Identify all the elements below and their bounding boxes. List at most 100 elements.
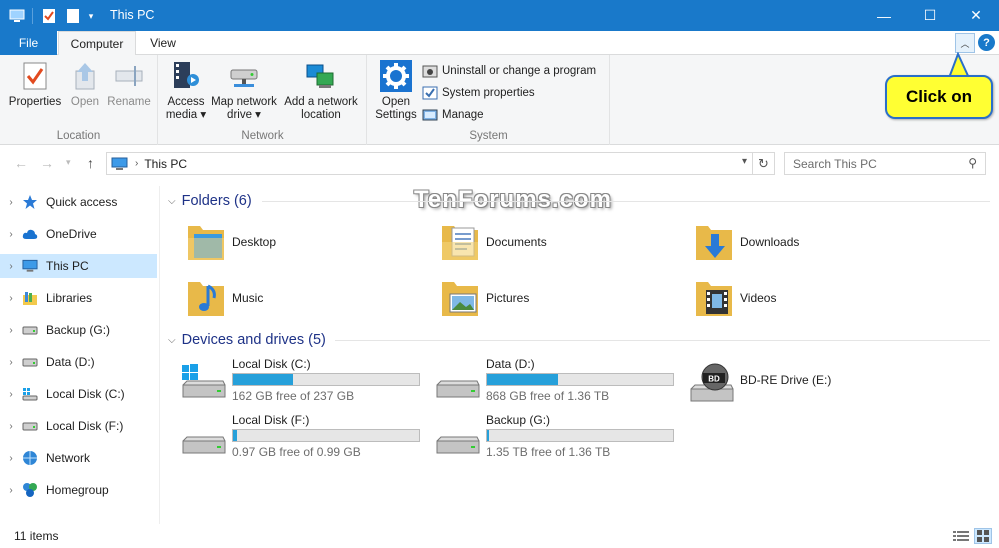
chevron-right-icon[interactable]: › bbox=[0, 389, 22, 400]
drive-icon bbox=[22, 418, 38, 434]
settings-gear-icon bbox=[379, 59, 413, 93]
callout-bubble: Click on bbox=[885, 75, 993, 119]
new-folder-quick-icon[interactable] bbox=[64, 7, 82, 25]
drive-local-disk-c[interactable]: Local Disk (C:) 162 GB free of 237 GB bbox=[181, 357, 426, 405]
customize-quick-access-icon[interactable]: ▾ bbox=[85, 7, 97, 25]
star-icon bbox=[22, 194, 38, 210]
rename-button[interactable]: Rename bbox=[106, 59, 152, 109]
details-view-icon[interactable] bbox=[952, 528, 970, 544]
refresh-icon[interactable]: ↻ bbox=[752, 153, 774, 174]
downloads-folder-icon bbox=[694, 220, 734, 264]
properties-button[interactable]: Properties bbox=[8, 59, 62, 109]
address-bar[interactable]: › This PC ▾ ↻ bbox=[106, 152, 775, 175]
uninstall-program-button[interactable]: Uninstall or change a program bbox=[422, 62, 596, 80]
chevron-right-icon[interactable]: › bbox=[0, 261, 22, 272]
homegroup-icon bbox=[22, 482, 38, 498]
open-button[interactable]: Open bbox=[66, 59, 104, 109]
drive-bd-re-e[interactable]: BD BD-RE Drive (E:) bbox=[689, 357, 934, 405]
address-dropdown-icon[interactable]: ▾ bbox=[742, 156, 747, 167]
breadcrumb-chevron-icon: › bbox=[135, 158, 139, 169]
bluray-drive-icon: BD bbox=[689, 363, 735, 402]
nav-item-libraries[interactable]: › Libraries bbox=[0, 286, 157, 310]
nav-item-backup-g[interactable]: › Backup (G:) bbox=[0, 318, 157, 342]
recent-locations-icon[interactable]: ▾ bbox=[66, 157, 71, 168]
minimize-ribbon-button[interactable]: ︿ bbox=[955, 33, 975, 53]
open-settings-button[interactable]: Open Settings bbox=[373, 59, 419, 122]
forward-arrow-icon[interactable]: → bbox=[40, 155, 54, 171]
watermark: TenForums.com bbox=[414, 186, 612, 213]
network-location-icon bbox=[304, 59, 338, 93]
folder-music[interactable]: Music bbox=[186, 276, 263, 320]
drive-data-d[interactable]: Data (D:) 868 GB free of 1.36 TB bbox=[435, 357, 680, 405]
documents-folder-icon bbox=[440, 220, 480, 264]
folder-documents[interactable]: Documents bbox=[440, 220, 547, 264]
up-arrow-icon[interactable]: ↑ bbox=[87, 155, 94, 171]
nav-item-quick-access[interactable]: › Quick access bbox=[0, 190, 157, 214]
properties-quick-icon[interactable] bbox=[40, 7, 58, 25]
help-button[interactable]: ? bbox=[978, 34, 995, 51]
drive-usage-bar bbox=[486, 429, 674, 442]
system-properties-icon bbox=[422, 85, 438, 101]
nav-item-this-pc[interactable]: › This PC bbox=[0, 254, 157, 278]
manage-button[interactable]: Manage bbox=[422, 106, 484, 124]
drive-icon bbox=[181, 419, 227, 457]
breadcrumb-this-pc[interactable]: This PC bbox=[144, 157, 187, 171]
add-network-location-button[interactable]: Add a network location bbox=[281, 59, 361, 122]
chevron-right-icon[interactable]: › bbox=[0, 485, 22, 496]
nav-item-local-disk-f[interactable]: › Local Disk (F:) bbox=[0, 414, 157, 438]
chevron-right-icon[interactable]: › bbox=[0, 229, 22, 240]
maximize-button[interactable]: ☐ bbox=[907, 0, 953, 31]
network-icon bbox=[22, 450, 38, 466]
ribbon-tab-row: File Computer View ︿ ? bbox=[0, 31, 999, 56]
chevron-right-icon[interactable]: › bbox=[0, 357, 22, 368]
folder-desktop[interactable]: Desktop bbox=[186, 220, 276, 264]
drive-usage-fill bbox=[487, 374, 558, 385]
chevron-right-icon[interactable]: › bbox=[0, 325, 22, 336]
uninstall-icon bbox=[422, 63, 438, 79]
drive-usage-bar bbox=[486, 373, 674, 386]
access-media-button[interactable]: Access media ▾ bbox=[163, 59, 209, 122]
minimize-button[interactable]: — bbox=[861, 0, 907, 31]
folder-videos[interactable]: Videos bbox=[694, 276, 776, 320]
libraries-icon bbox=[22, 290, 38, 306]
search-input[interactable]: Search This PC ⚲ bbox=[784, 152, 986, 175]
drive-local-disk-f[interactable]: Local Disk (F:) 0.97 GB free of 0.99 GB bbox=[181, 413, 426, 461]
tiles-view-icon[interactable] bbox=[974, 528, 992, 544]
item-count: 11 items bbox=[14, 529, 59, 543]
status-bar: 11 items bbox=[0, 524, 999, 548]
chevron-right-icon[interactable]: › bbox=[0, 421, 22, 432]
pictures-folder-icon bbox=[440, 276, 480, 320]
nav-item-data-d[interactable]: › Data (D:) bbox=[0, 350, 157, 374]
drive-usage-fill bbox=[487, 430, 489, 441]
folders-section-header[interactable]: ⌵ Folders (6) bbox=[168, 191, 252, 211]
folder-downloads[interactable]: Downloads bbox=[694, 220, 799, 264]
chevron-right-icon[interactable]: › bbox=[0, 293, 22, 304]
ribbon-group-location: Properties Open Rename Location bbox=[0, 55, 158, 145]
drive-backup-g[interactable]: Backup (G:) 1.35 TB free of 1.36 TB bbox=[435, 413, 680, 461]
nav-item-onedrive[interactable]: › OneDrive bbox=[0, 222, 157, 246]
drive-icon bbox=[22, 354, 38, 370]
rename-icon bbox=[112, 59, 146, 93]
chevron-right-icon[interactable]: › bbox=[0, 453, 22, 464]
ribbon-group-label: Network bbox=[241, 130, 284, 142]
close-button[interactable]: ✕ bbox=[953, 0, 999, 31]
drive-usage-fill bbox=[233, 430, 237, 441]
nav-item-local-disk-c[interactable]: › Local Disk (C:) bbox=[0, 382, 157, 406]
chevron-right-icon[interactable]: › bbox=[0, 197, 22, 208]
nav-item-homegroup[interactable]: › Homegroup bbox=[0, 478, 157, 502]
videos-folder-icon bbox=[694, 276, 734, 320]
open-icon bbox=[68, 59, 102, 93]
media-icon bbox=[169, 59, 203, 93]
back-arrow-icon[interactable]: ← bbox=[14, 155, 28, 171]
tab-view[interactable]: View bbox=[138, 31, 188, 55]
folder-pictures[interactable]: Pictures bbox=[440, 276, 529, 320]
tab-file[interactable]: File bbox=[0, 31, 57, 55]
ribbon-group-system: Open Settings Uninstall or change a prog… bbox=[368, 55, 610, 145]
tab-computer[interactable]: Computer bbox=[58, 31, 136, 56]
drives-section-header[interactable]: ⌵ Devices and drives (5) bbox=[168, 330, 326, 350]
map-network-drive-button[interactable]: Map network drive ▾ bbox=[209, 59, 279, 122]
nav-item-network[interactable]: › Network bbox=[0, 446, 157, 470]
title-separator bbox=[32, 8, 33, 24]
system-properties-button[interactable]: System properties bbox=[422, 84, 535, 102]
drive-usage-bar bbox=[232, 429, 420, 442]
